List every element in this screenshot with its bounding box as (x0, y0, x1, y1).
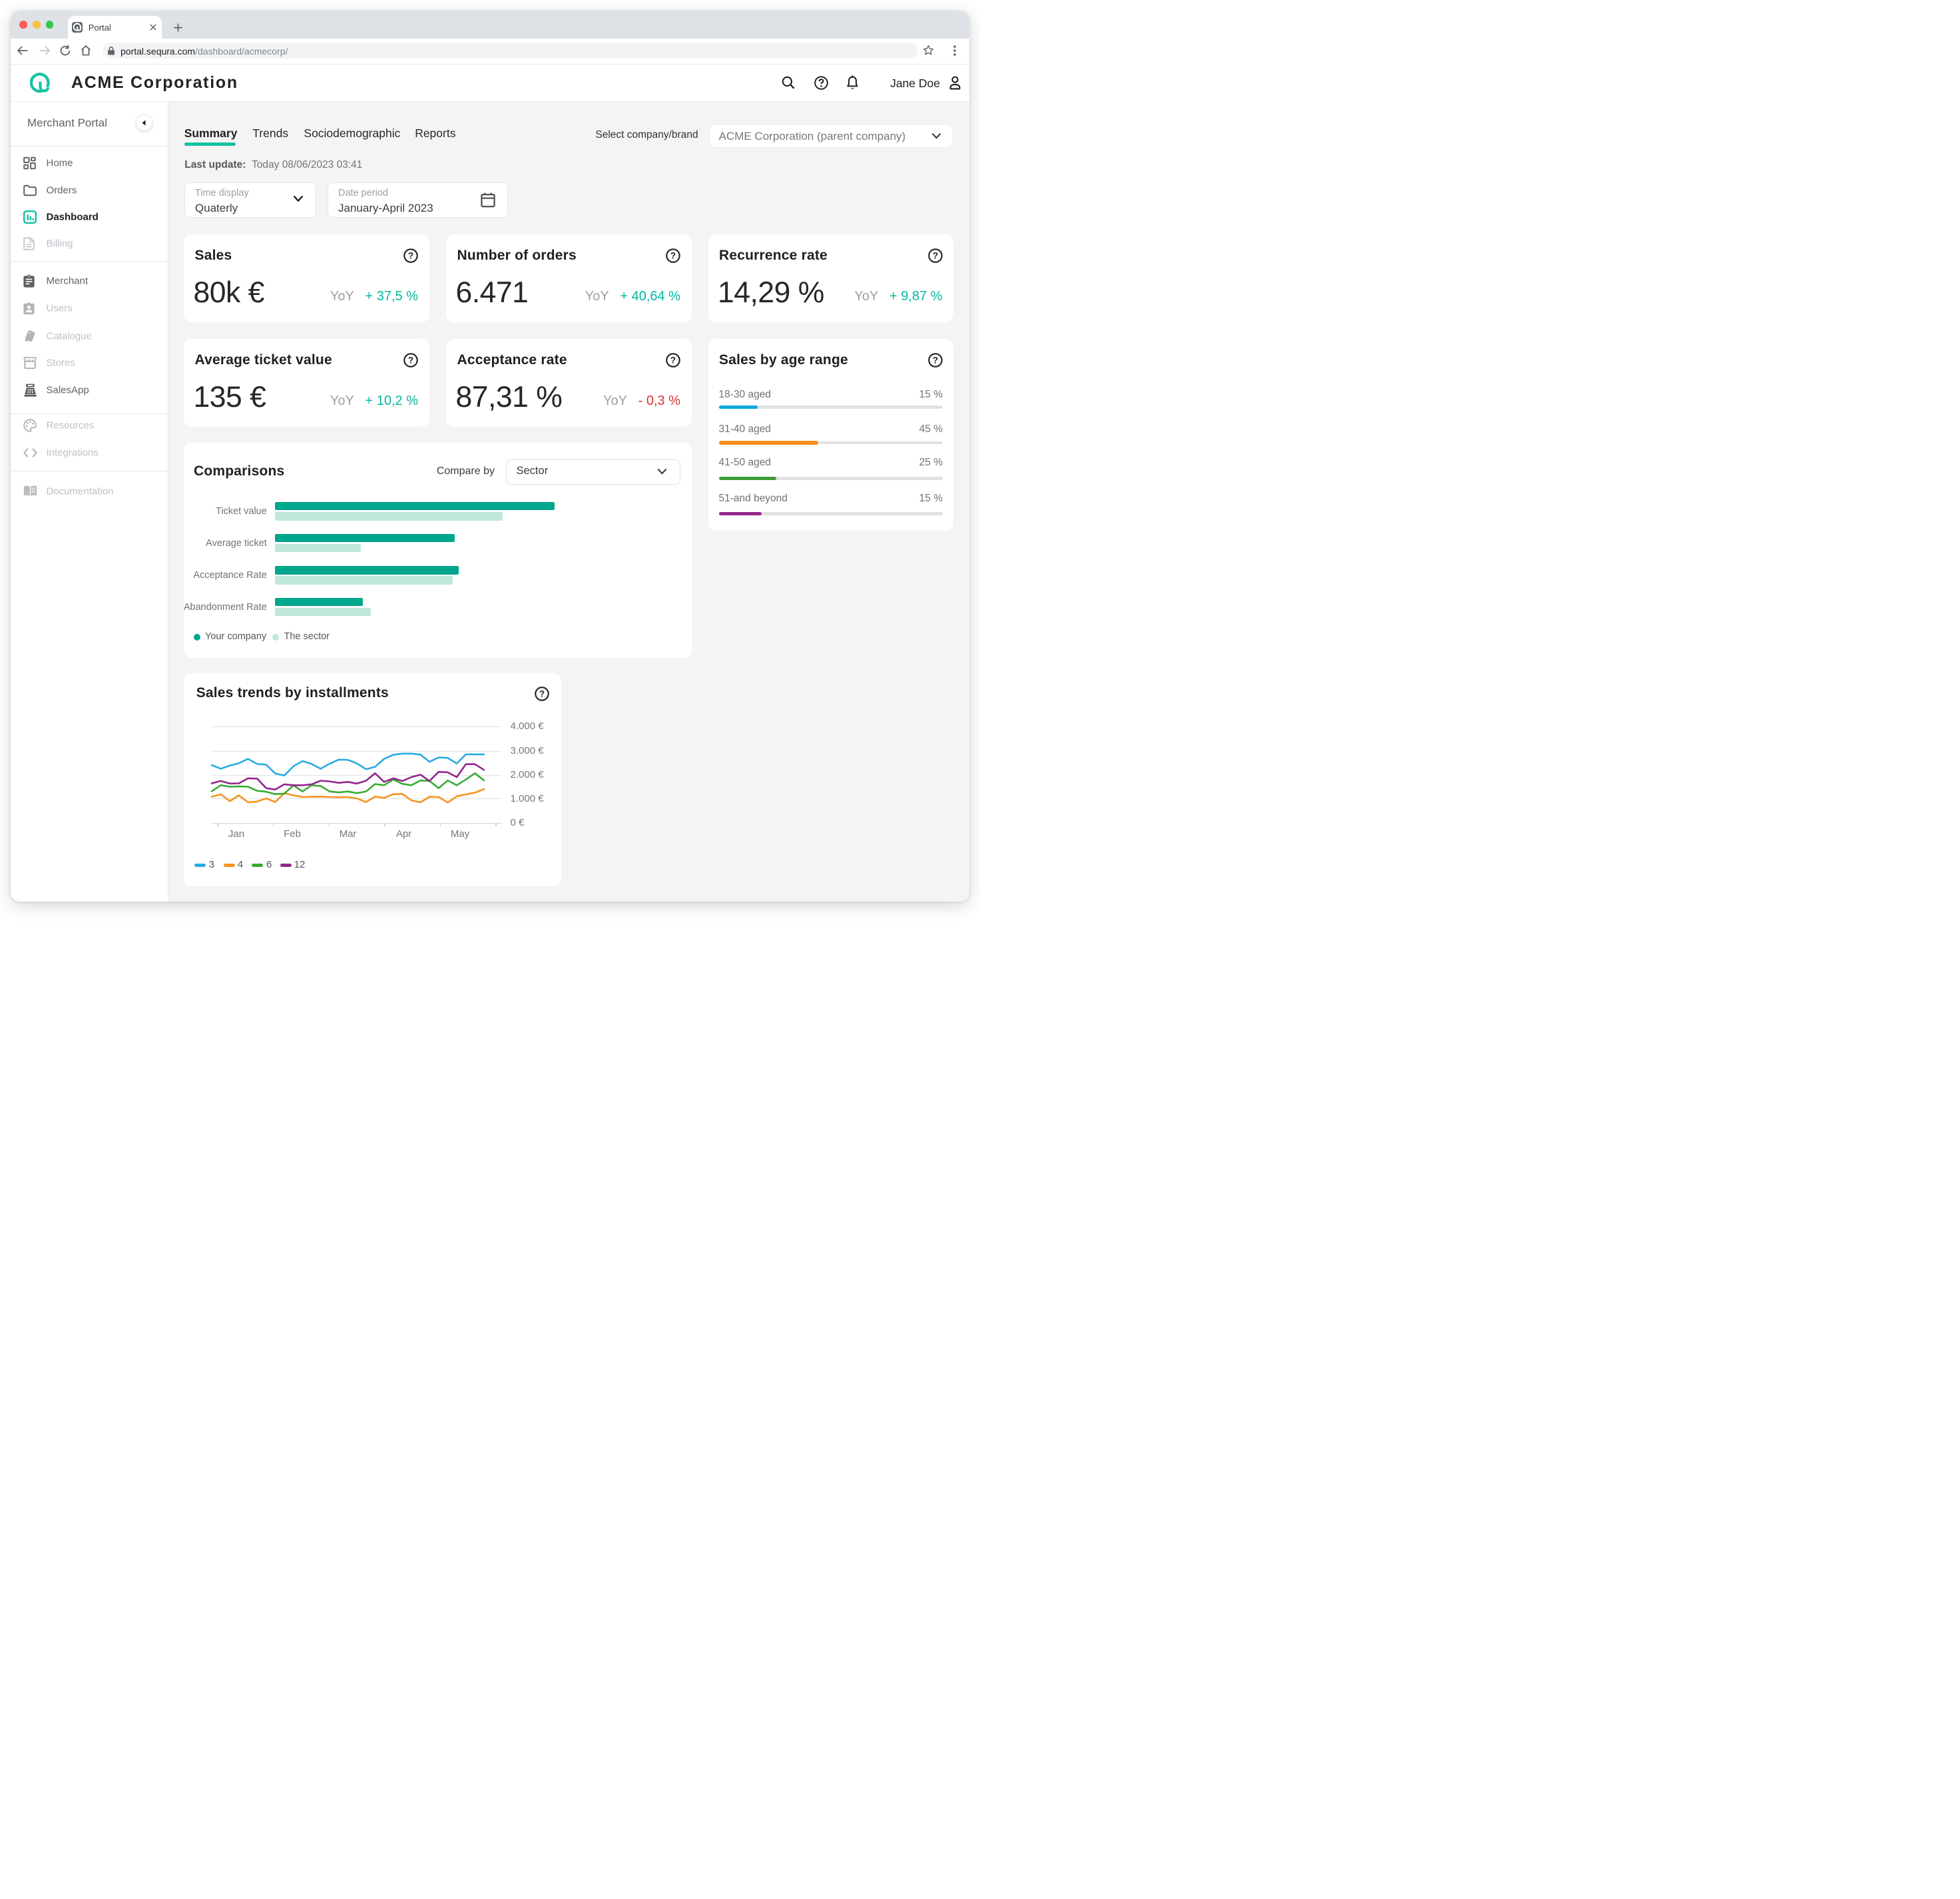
svg-text:?: ? (408, 356, 413, 366)
svg-text:?: ? (670, 356, 676, 366)
svg-text:?: ? (932, 251, 937, 261)
svg-text:?: ? (408, 251, 413, 261)
svg-text:?: ? (670, 251, 676, 261)
svg-text:?: ? (932, 356, 937, 366)
